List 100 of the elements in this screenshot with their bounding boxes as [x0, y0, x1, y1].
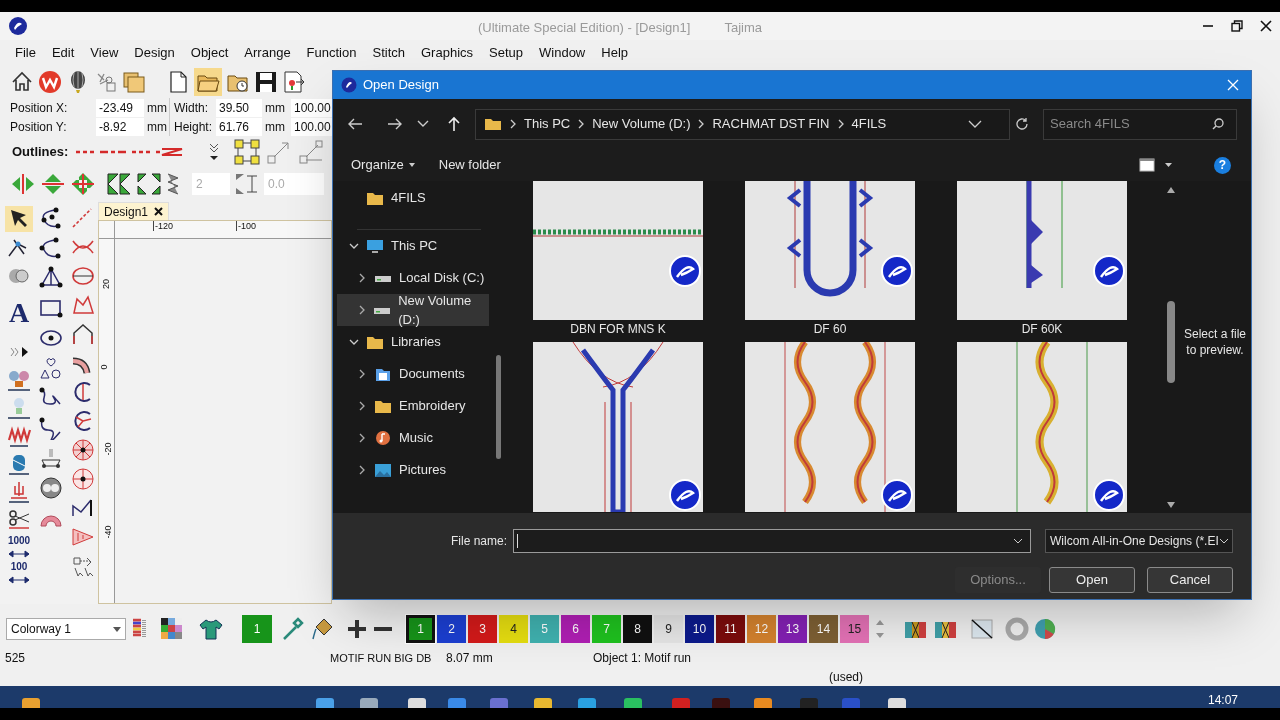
stack-icon[interactable] — [166, 172, 180, 196]
wheel-icon[interactable] — [70, 438, 96, 462]
polygon-icon[interactable] — [70, 293, 96, 317]
menu-item[interactable]: Setup — [484, 43, 528, 63]
shirt-icon[interactable] — [198, 617, 224, 641]
palette-swatch[interactable]: 14 — [809, 615, 838, 643]
menu-item[interactable]: Object — [185, 43, 234, 63]
help-button[interactable]: ? — [1214, 156, 1231, 174]
file-type-dropdown[interactable]: Wilcom All-in-One Designs (*.EI — [1045, 529, 1233, 553]
value-field[interactable]: 39.50 — [216, 98, 262, 117]
menu-item[interactable]: File — [10, 43, 41, 63]
menu-item[interactable]: Stitch — [367, 43, 410, 63]
value-field[interactable]: 61.76 — [216, 117, 262, 136]
mirror-both-icon[interactable] — [70, 172, 96, 196]
restore-icon[interactable] — [1231, 20, 1243, 32]
plus-icon[interactable] — [346, 618, 368, 640]
nav-item[interactable]: This PC — [337, 230, 489, 262]
chevron-right-icon[interactable] — [359, 433, 365, 443]
scissors-icon[interactable] — [6, 508, 32, 532]
outline-style-icon[interactable] — [74, 147, 185, 157]
text-tool-glyph[interactable]: A — [8, 298, 30, 328]
funnel-icon[interactable] — [70, 525, 96, 549]
close-icon[interactable] — [154, 207, 164, 216]
fan-icon[interactable] — [38, 446, 64, 470]
fork-icon[interactable] — [6, 480, 32, 504]
mirror-vertical-icon[interactable] — [40, 172, 66, 196]
breadcrumb-item[interactable]: New Volume (D:) — [592, 114, 691, 134]
nav-item[interactable]: 4FILS — [337, 182, 489, 214]
chevron-down-icon[interactable] — [349, 339, 359, 345]
palette-swatch[interactable]: 1 — [406, 615, 435, 643]
folders-icon[interactable] — [122, 70, 146, 94]
chevron-down-icon[interactable] — [417, 120, 429, 128]
node-box-icon[interactable] — [234, 139, 261, 165]
nav-item[interactable]: Music — [337, 422, 489, 454]
back-arrow-icon[interactable] — [347, 117, 363, 131]
export-icon[interactable] — [282, 70, 306, 94]
menu-item[interactable]: Arrange — [239, 43, 296, 63]
palette-swatch[interactable]: 11 — [716, 615, 745, 643]
palette-swatch[interactable]: 10 — [685, 615, 714, 643]
mirror-horizontal-icon[interactable] — [10, 172, 36, 196]
stitch-step-label[interactable]: 100 — [10, 562, 28, 572]
spacing-icon[interactable] — [234, 172, 260, 196]
chevron-right-icon[interactable] — [359, 465, 365, 475]
palette-swatch[interactable]: 3 — [468, 615, 497, 643]
palette-swatch[interactable]: 15 — [840, 615, 869, 643]
palette-swatch[interactable]: 2 — [437, 615, 466, 643]
wheel-icon[interactable] — [70, 467, 96, 491]
chevron-icon[interactable] — [208, 142, 221, 162]
open-button[interactable]: Open — [1049, 567, 1135, 593]
palette-swatch[interactable]: 4 — [499, 615, 528, 643]
shapes-icon[interactable] — [38, 356, 64, 380]
stitch-step-label[interactable]: 1000 — [7, 536, 31, 546]
menu-item[interactable]: Edit — [46, 43, 80, 63]
close-icon[interactable] — [1260, 20, 1272, 32]
search-field[interactable]: Search 4FILS — [1043, 108, 1237, 140]
value-field[interactable]: -8.92 — [96, 117, 144, 136]
cancel-button[interactable]: Cancel — [1147, 567, 1233, 593]
menu-item[interactable]: Design — [129, 43, 180, 63]
ring-icon[interactable] — [70, 264, 96, 288]
menu-item[interactable]: Help — [596, 43, 633, 63]
polygon-nodes-icon[interactable] — [38, 266, 64, 290]
palette-swatch[interactable]: 9 — [654, 615, 683, 643]
menu-item[interactable]: Graphics — [416, 43, 479, 63]
forward-arrow-icon[interactable] — [387, 117, 403, 131]
refresh-icon[interactable] — [1015, 117, 1030, 131]
nav-item[interactable]: Pictures — [337, 454, 489, 486]
menu-item[interactable]: View — [85, 43, 124, 63]
home-icon[interactable] — [10, 70, 34, 94]
chevron-right-icon[interactable] — [359, 401, 365, 411]
value-field[interactable]: -23.49 — [96, 98, 144, 117]
diagonal-line-icon[interactable] — [969, 617, 995, 641]
address-bar[interactable]: This PC New Volume (D:) RACHMAT DST FIN 4FILS — [475, 108, 1010, 140]
scrollbar-thumb[interactable] — [496, 355, 501, 459]
menu-item[interactable]: Window — [534, 43, 591, 63]
nav-item[interactable]: Embroidery — [337, 390, 489, 422]
palette-swatch[interactable]: 6 — [561, 615, 590, 643]
chevron-down-icon[interactable] — [349, 243, 359, 249]
pie-icon[interactable] — [1033, 617, 1057, 641]
split-circle-icon[interactable] — [38, 476, 64, 500]
save-icon[interactable] — [254, 70, 278, 94]
nav-item[interactable]: Documents — [337, 358, 489, 390]
scale-field[interactable]: 100.00 — [291, 98, 335, 117]
scrollbar-thumb[interactable] — [1167, 301, 1175, 383]
view-icon[interactable] — [1139, 158, 1155, 172]
file-name[interactable]: DF 60K — [1021, 320, 1063, 338]
more-icon[interactable] — [9, 346, 29, 358]
select-tool-button[interactable] — [5, 206, 33, 232]
triangles-icon[interactable] — [106, 172, 132, 196]
chevron-right-icon[interactable] — [359, 369, 365, 379]
breadcrumb-item[interactable]: RACHMAT DST FIN — [712, 114, 830, 134]
nav-item[interactable]: New Volume (D:) — [337, 294, 489, 326]
new-folder-button[interactable]: New folder — [438, 155, 501, 175]
color-grid-icon[interactable] — [160, 617, 184, 641]
spool-icon[interactable] — [6, 452, 32, 476]
chevron-right-icon[interactable] — [359, 273, 365, 283]
circle-logo-icon[interactable] — [38, 70, 62, 94]
colorway-dropdown[interactable]: Colorway 1 — [6, 618, 126, 640]
scale-field[interactable]: 100.00 — [291, 117, 335, 136]
organize-menu[interactable]: Organize — [351, 155, 415, 175]
file-name[interactable]: DF 60 — [813, 320, 847, 338]
